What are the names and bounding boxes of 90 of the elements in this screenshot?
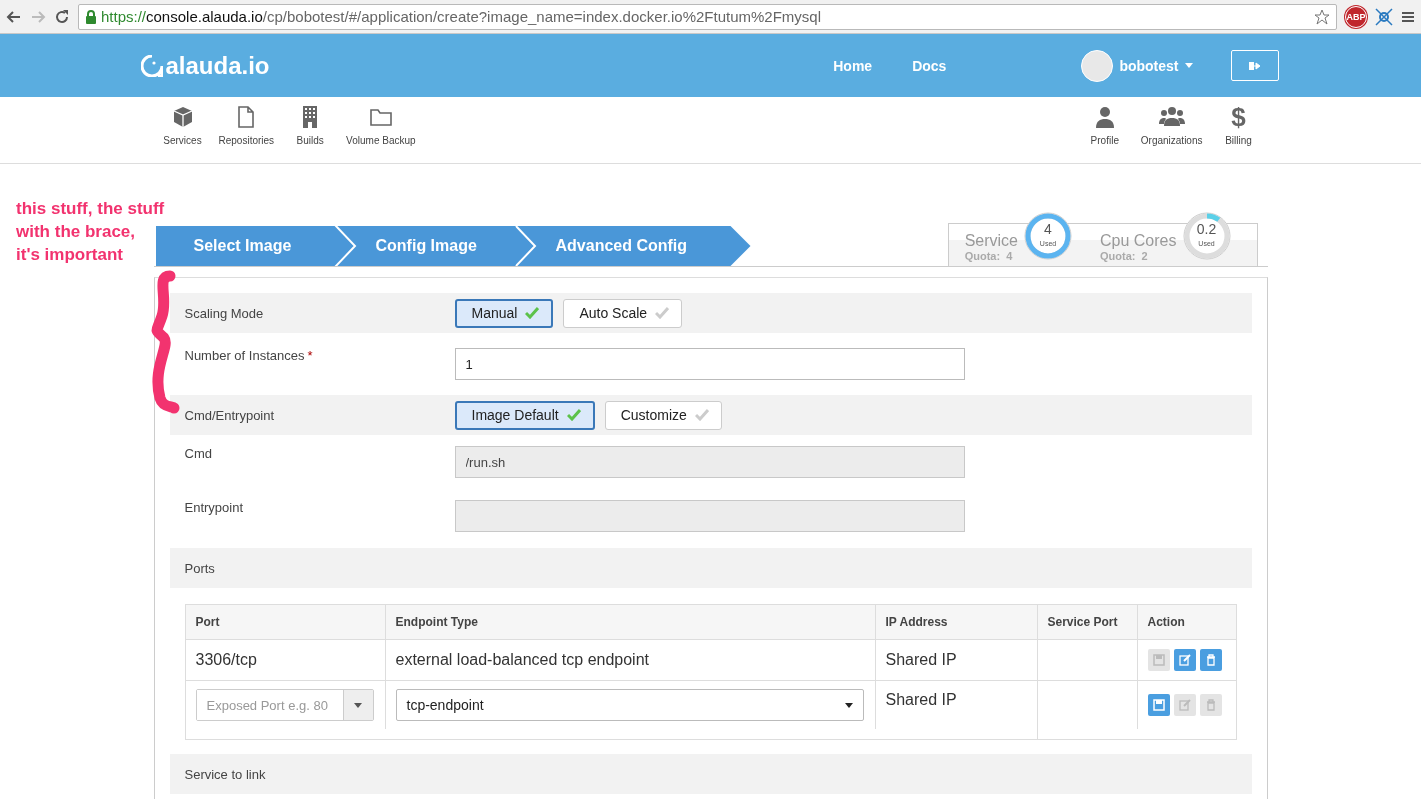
logo-text: alauda.io — [165, 51, 270, 80]
annotation-line: with the brace, — [16, 221, 136, 243]
adblock-badge[interactable]: ABP — [1345, 5, 1367, 28]
instances-input[interactable]: 1 — [454, 348, 965, 380]
readonly-field[interactable]: /run.sh — [454, 446, 965, 478]
nav-item[interactable]: Volume Backup — [339, 105, 423, 146]
annotation-line: it's important — [16, 244, 123, 266]
floppy-icon — [1152, 654, 1165, 666]
nav-item[interactable]: Services — [153, 105, 212, 146]
nav-label: Billing — [1225, 135, 1252, 146]
table-cell: 3306/tcp — [185, 640, 386, 681]
nav-label: Repositories — [218, 135, 275, 146]
caret-icon — [354, 702, 362, 708]
field-label: Scaling Mode — [184, 305, 265, 321]
check-icon — [525, 307, 540, 319]
column-header: Endpoint Type — [385, 605, 876, 640]
nav-item[interactable]: Repositories — [211, 105, 282, 146]
user-icon — [1093, 106, 1116, 128]
caret-icon — [1184, 63, 1193, 68]
chevron-icon — [333, 226, 358, 266]
field-label: Cmd — [184, 446, 213, 461]
section-title: Service to link — [184, 766, 267, 782]
trash-icon — [1204, 654, 1217, 666]
usage-gauge — [1182, 212, 1231, 260]
nav-label: Profile — [1090, 135, 1119, 146]
edit-icon — [1178, 654, 1191, 666]
field-label: Entrypoint — [184, 500, 245, 515]
folder-icon — [369, 106, 392, 128]
table-cell: external load-balanced tcp endpoint — [385, 640, 876, 681]
trash-icon — [1204, 699, 1217, 711]
port-combo[interactable]: Exposed Port e.g. 80 — [195, 689, 374, 721]
quota-name: Cpu Cores — [1100, 232, 1177, 250]
lock-icon — [85, 9, 97, 24]
back-icon[interactable] — [6, 8, 22, 25]
check-icon — [566, 409, 581, 421]
dropdown-button[interactable] — [342, 690, 373, 720]
readonly-field[interactable] — [454, 500, 965, 532]
usage-gauge — [1024, 212, 1072, 260]
menu-icon[interactable] — [1401, 9, 1415, 24]
dollar-icon: $ — [1231, 105, 1246, 129]
toggle-option[interactable]: Customize — [604, 400, 722, 430]
gauge-value: 4 — [1043, 222, 1053, 237]
address-bar[interactable]: https://console.alauda.io/cp/bobotest/#/application/create?image_name=index.docker.io%2Ftutum%2Fmysql — [78, 3, 1337, 30]
nav-item[interactable]: $ Billing — [1209, 105, 1268, 146]
nav-item[interactable]: Organizations — [1133, 105, 1210, 146]
delete-button[interactable] — [1199, 649, 1222, 671]
star-icon[interactable] — [1314, 8, 1330, 25]
column-header: Port — [185, 605, 386, 640]
edit-icon — [1178, 699, 1191, 711]
column-header: Service Port — [1037, 605, 1138, 640]
username: bobotest — [1119, 57, 1179, 74]
avatar-icon — [1081, 49, 1114, 82]
gauge-value: 0.2 — [1195, 222, 1218, 237]
check-icon — [694, 409, 709, 421]
quota-name: Service — [964, 232, 1018, 250]
forward-icon[interactable] — [30, 8, 46, 25]
quota-limit: Quota: 2 — [1100, 250, 1149, 262]
quota-limit: Quota: 4 — [964, 250, 1014, 262]
table-cell: Shared IP — [875, 681, 1038, 739]
table-cell: Shared IP — [875, 640, 1038, 681]
extension-icon[interactable] — [1375, 7, 1393, 26]
logout-button[interactable] — [1230, 50, 1279, 81]
edit-button[interactable] — [1173, 649, 1196, 671]
reload-icon[interactable] — [54, 8, 70, 25]
caret-icon — [844, 702, 853, 708]
field-label: Cmd/Entrypoint — [184, 407, 276, 423]
annotation-line: this stuff, the stuff — [16, 198, 165, 220]
floppy-icon — [1152, 699, 1165, 711]
logout-icon — [1248, 60, 1261, 71]
toggle-option[interactable]: Image Default — [454, 400, 595, 430]
nav-item[interactable]: Builds — [281, 105, 340, 146]
chevron-icon — [513, 226, 538, 266]
nav-label: Services — [163, 135, 202, 146]
check-icon — [655, 307, 670, 319]
toggle-option[interactable]: Manual — [454, 298, 554, 328]
nav-label: Organizations — [1140, 135, 1203, 146]
cube-icon — [171, 106, 194, 128]
users-icon — [1158, 106, 1185, 128]
column-header: Action — [1137, 605, 1236, 640]
section-title: Ports — [184, 560, 216, 576]
logo-icon — [140, 54, 163, 77]
save-button[interactable] — [1147, 694, 1170, 716]
endpoint-select[interactable]: tcp-endpoint — [395, 689, 864, 721]
field-label: Number of Instances * — [184, 348, 314, 363]
column-header: IP Address — [875, 605, 1038, 640]
toggle-option[interactable]: Auto Scale — [563, 298, 683, 328]
url-text: https://console.alauda.io/cp/bobotest/#/application/create?image_name=index.docker.io%2Ftutum%2Fmysql — [101, 8, 822, 25]
nav-label: Builds — [296, 135, 324, 146]
nav-label: Volume Backup — [346, 135, 416, 146]
nav-item[interactable]: Profile — [1075, 105, 1134, 146]
